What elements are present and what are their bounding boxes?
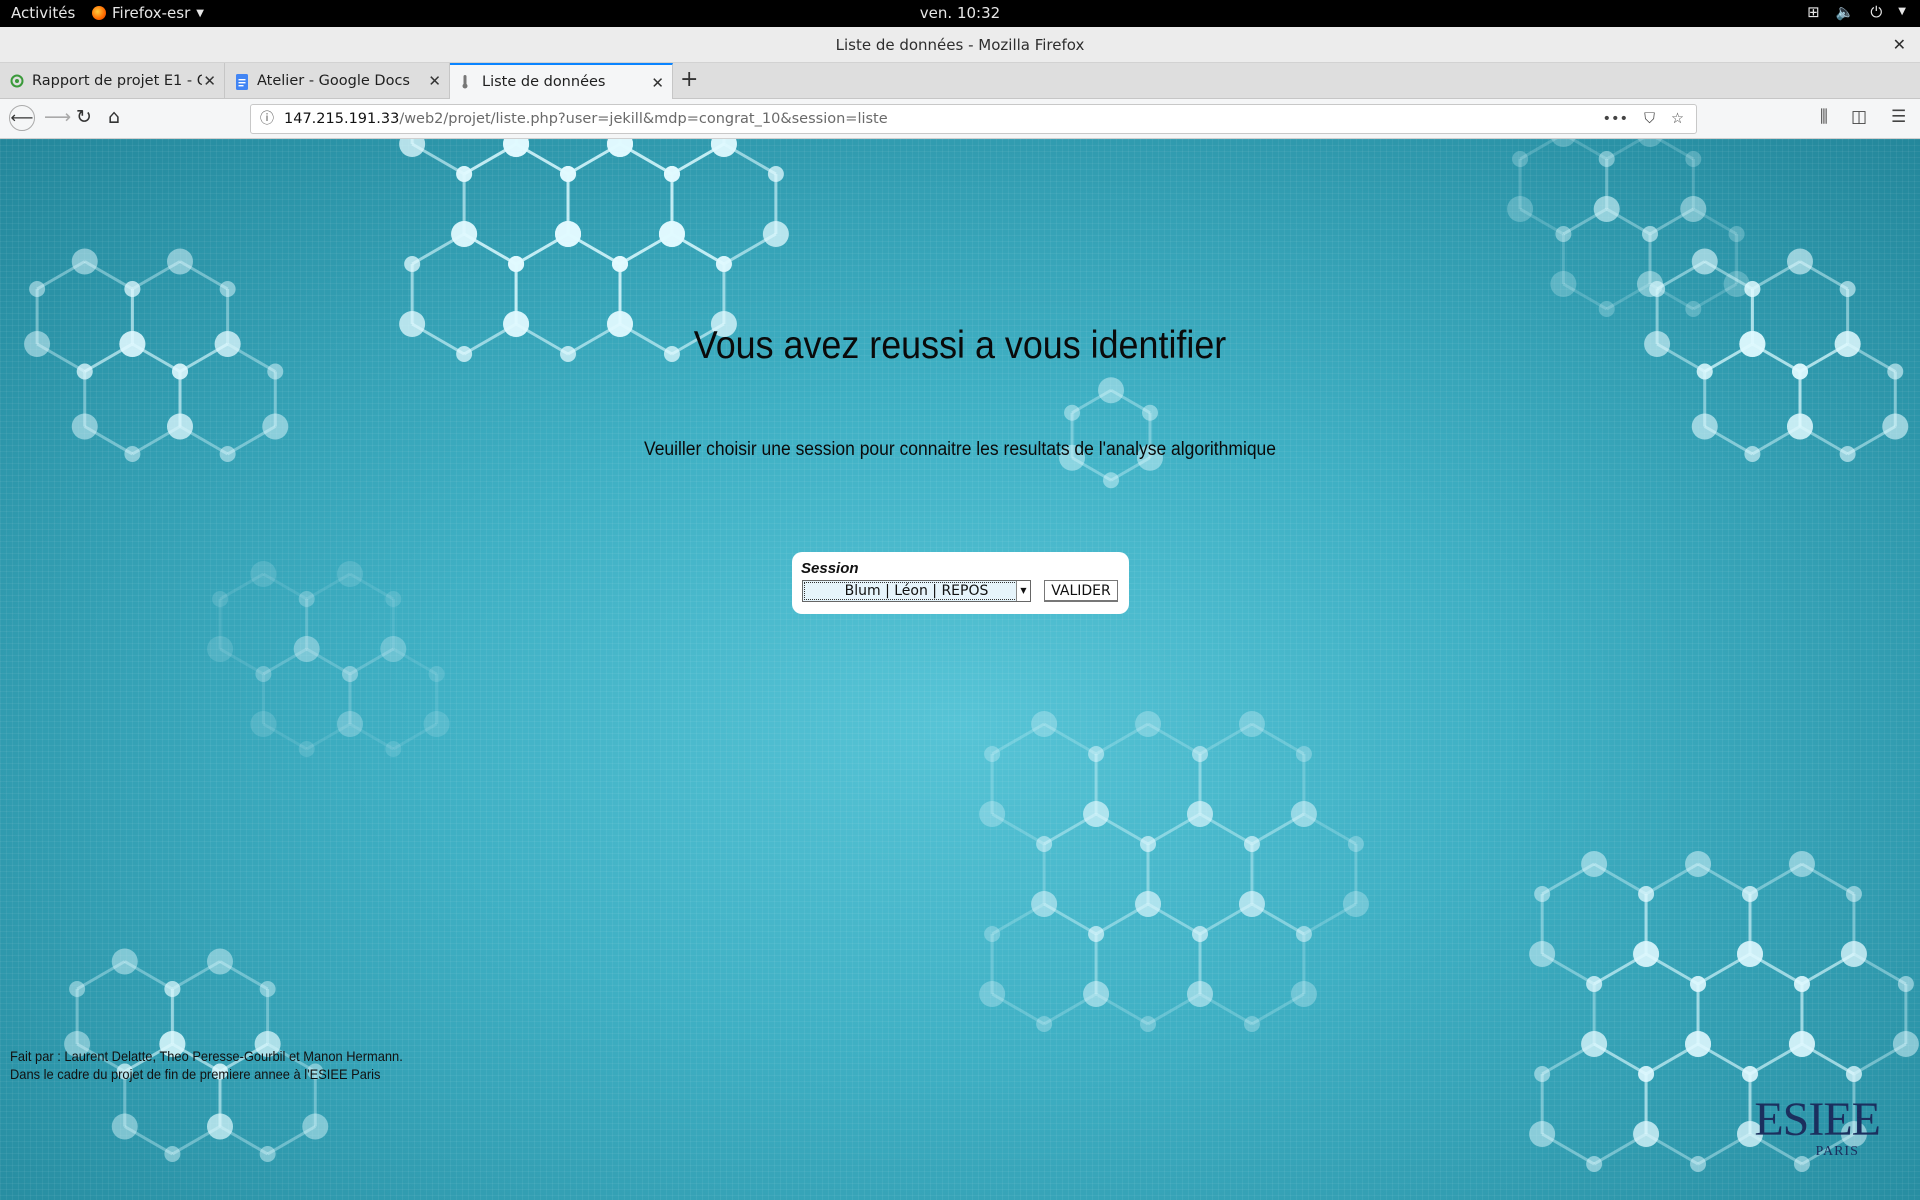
power-icon: ⏻ [1870, 3, 1883, 21]
network-icon: ⊞ [1807, 3, 1820, 21]
credits-footer: Fait par : Laurent Delatte, Theo Peresse… [10, 1047, 403, 1083]
molecule-background [24, 139, 1919, 1172]
home-button[interactable]: ⌂ [108, 106, 120, 128]
system-tray[interactable]: ⊞ 🔈 ⏻ ▼ [1807, 3, 1906, 21]
window-title-bar: Liste de données - Mozilla Firefox ✕ [0, 27, 1920, 63]
credits-line: Dans le cadre du projet de fin de premie… [10, 1066, 381, 1082]
site-info-icon[interactable]: ⓘ [260, 105, 274, 133]
submit-button[interactable]: VALIDER [1044, 580, 1118, 602]
tab-strip: Rapport de projet E1 - On ✕ Atelier - Go… [0, 63, 1920, 99]
session-selected-value: Blum | Léon | REPOS [844, 583, 989, 599]
session-label: Session [801, 560, 859, 577]
close-tab-icon[interactable]: ✕ [203, 72, 216, 90]
forward-button[interactable]: ⟶ [44, 106, 71, 128]
url-bar[interactable]: ⓘ 147.215.191.33/web2/projet/liste.php?u… [250, 104, 1697, 134]
tab-label: Atelier - Google Docs [257, 73, 410, 89]
pocket-icon[interactable]: ⛉ [1644, 105, 1655, 133]
esiee-logo: ESIEE PARIS [1754, 1093, 1881, 1160]
tab-rapport[interactable]: Rapport de projet E1 - On ✕ [0, 63, 225, 99]
volume-icon: 🔈 [1835, 3, 1855, 21]
bookmark-star-icon[interactable]: ☆ [1671, 105, 1684, 133]
page-actions-icon[interactable]: ••• [1602, 105, 1628, 133]
new-tab-button[interactable]: + [680, 67, 698, 92]
page-title: Vous avez reussi a vous identifier [693, 324, 1227, 367]
url-host: 147.215.191.33 [284, 111, 400, 127]
library-icon[interactable]: ⫼ [1820, 107, 1828, 127]
hamburger-menu-icon[interactable]: ☰ [1891, 107, 1906, 127]
tab-label: Liste de données [482, 74, 606, 90]
url-text[interactable]: 147.215.191.33/web2/projet/liste.php?use… [284, 105, 888, 133]
onlyoffice-favicon-icon [10, 74, 24, 88]
session-select[interactable]: Blum | Léon | REPOS ▼ [802, 580, 1031, 602]
page-content: Vous avez reussi a vous identifier Veuil… [0, 139, 1920, 1200]
dropdown-arrow-icon[interactable]: ▼ [1016, 581, 1030, 601]
close-window-icon[interactable]: ✕ [1893, 27, 1906, 63]
window-title: Liste de données - Mozilla Firefox [835, 36, 1085, 54]
logo-sub: PARIS [1815, 1144, 1859, 1159]
close-tab-icon[interactable]: ✕ [428, 72, 441, 90]
navigation-bar: ⟵ ⟶ ↻ ⌂ ⓘ 147.215.191.33/web2/projet/lis… [0, 99, 1920, 139]
back-button[interactable]: ⟵ [9, 105, 35, 131]
chevron-down-icon: ▼ [1898, 6, 1906, 17]
session-form: Session Blum | Léon | REPOS ▼ VALIDER [792, 552, 1129, 614]
close-tab-icon[interactable]: ✕ [651, 74, 664, 92]
url-path: /web2/projet/liste.php?user=jekill&mdp=c… [399, 111, 888, 127]
tab-liste-de-donnees[interactable]: Liste de données ✕ [450, 63, 673, 99]
system-top-bar: Activités Firefox-esr ▼ ven. 10:32 ⊞ 🔈 ⏻… [0, 0, 1920, 27]
tab-label: Rapport de projet E1 - On [32, 73, 202, 89]
google-docs-icon [235, 74, 249, 90]
page-favicon-icon [460, 75, 474, 89]
reload-button[interactable]: ↻ [76, 106, 92, 128]
credits-line: Fait par : Laurent Delatte, Theo Peresse… [10, 1048, 403, 1064]
tab-atelier[interactable]: Atelier - Google Docs ✕ [225, 63, 450, 99]
logo-main: ESIEE [1754, 1093, 1881, 1146]
page-instructions: Veuiller choisir une session pour connai… [643, 439, 1276, 460]
sidebar-icon[interactable]: ◫ [1851, 107, 1867, 127]
clock[interactable]: ven. 10:32 [0, 4, 1920, 22]
